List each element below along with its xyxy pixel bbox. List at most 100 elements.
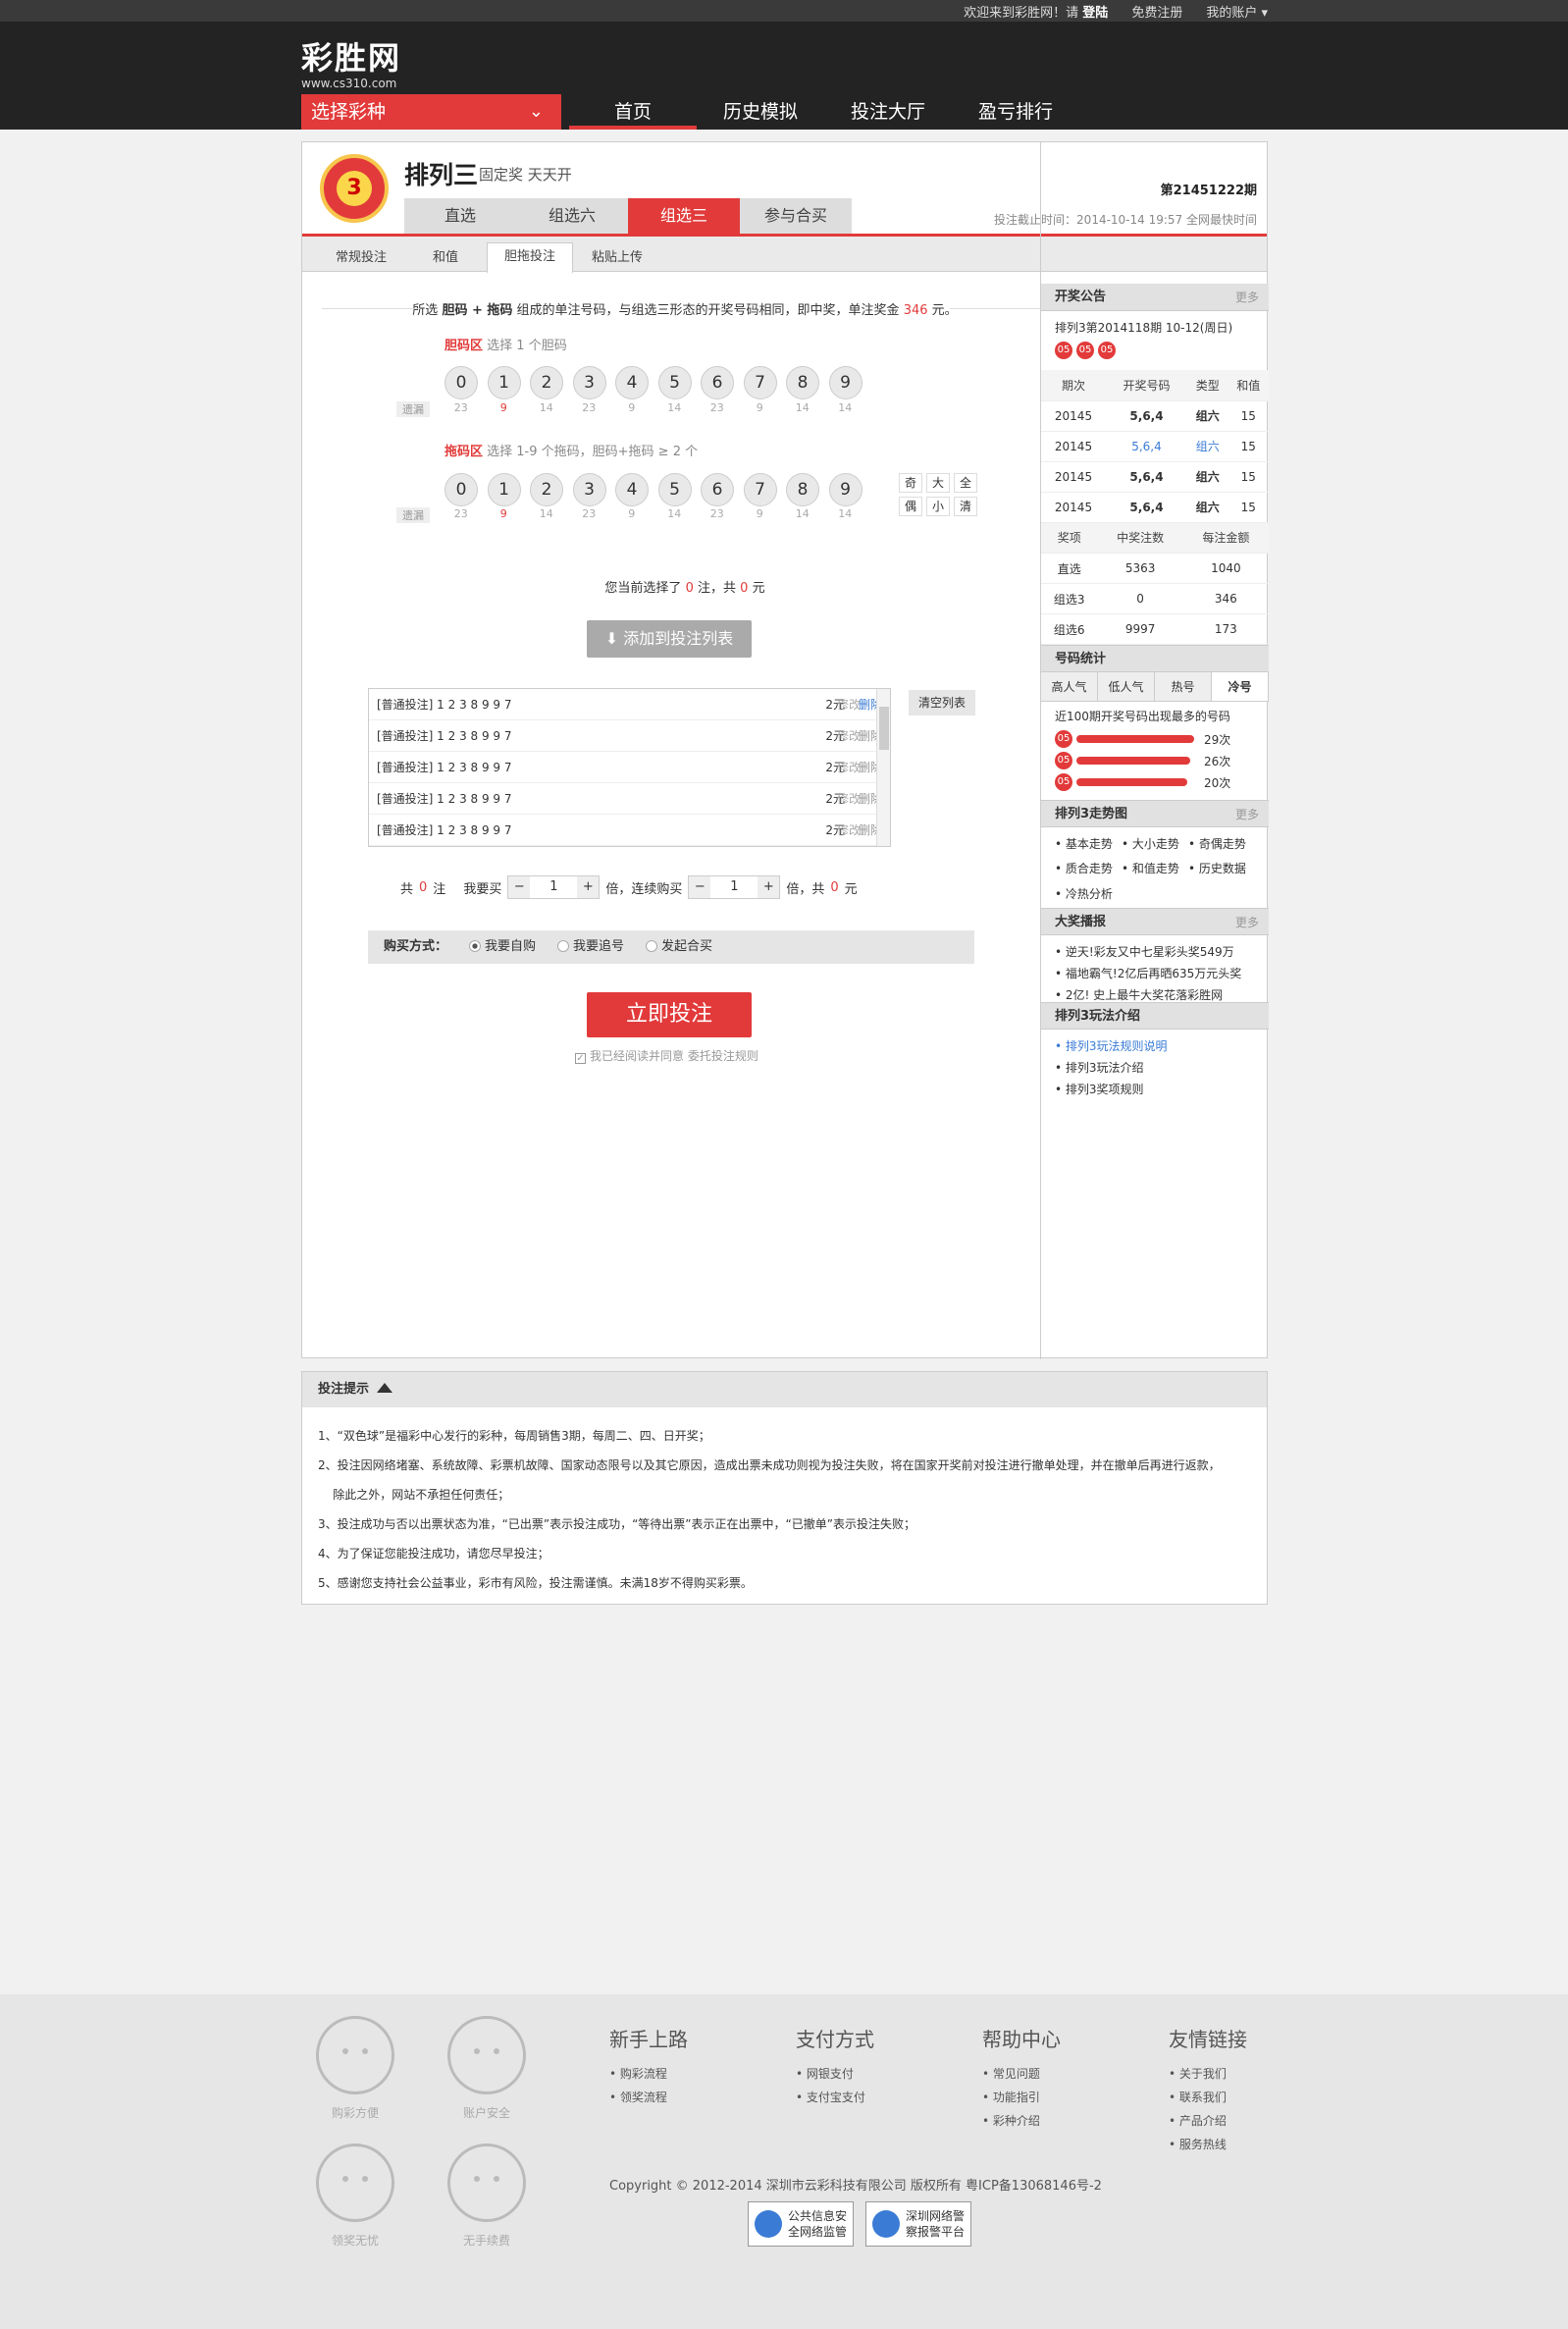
nav-bet-hall[interactable]: 投注大厅 [824, 94, 952, 130]
collapse-icon[interactable] [377, 1383, 393, 1393]
add-to-list-button[interactable]: ⬇ 添加到投注列表 [587, 620, 752, 658]
notice-draw: 排列3第2014118期 10-12(周日) [1055, 321, 1233, 335]
select-lottery-dropdown[interactable]: 选择彩种 ⌄ [301, 94, 561, 130]
edit-link[interactable]: 修改 [837, 689, 861, 720]
nav-home[interactable]: 首页 [569, 94, 697, 130]
footer-link[interactable]: • 领奖流程 [609, 2086, 766, 2109]
stat-tab[interactable]: 高人气 [1041, 672, 1098, 701]
more-link[interactable]: 更多 [1235, 909, 1259, 936]
trend-link[interactable]: • 质合走势 [1055, 858, 1122, 882]
footer-link[interactable]: • 支付宝支付 [796, 2086, 953, 2109]
number-ball[interactable]: 9 [828, 366, 862, 399]
number-ball[interactable]: 1 [487, 473, 521, 506]
number-ball[interactable]: 5 [657, 366, 692, 399]
seal-badge[interactable]: 公共信息安全网络监管 [748, 2201, 854, 2247]
seal-badge[interactable]: 深圳网络警察报警平台 [865, 2201, 971, 2247]
stat-tab[interactable]: 低人气 [1098, 672, 1155, 701]
footer-link[interactable]: • 产品介绍 [1169, 2109, 1326, 2133]
subtab-normal[interactable]: 常规投注 [316, 244, 406, 272]
nav-history-sim[interactable]: 历史模拟 [697, 94, 824, 130]
edit-link[interactable]: 修改 [837, 752, 861, 783]
site-logo[interactable]: 彩胜网 www.cs310.com [301, 33, 401, 90]
trend-link[interactable]: • 基本走势 [1055, 833, 1122, 858]
tips-header[interactable]: 投注提示 [302, 1372, 1267, 1407]
tab-join-group-buy[interactable]: 参与合买 [740, 198, 852, 234]
number-ball[interactable]: 0 [444, 473, 478, 506]
column-header: 奖项 [1041, 522, 1098, 554]
number-ball[interactable]: 8 [786, 473, 819, 506]
footer-link[interactable]: • 联系我们 [1169, 2086, 1326, 2109]
trend-link[interactable]: • 奇偶走势 [1188, 833, 1255, 858]
trend-link[interactable]: • 历史数据 [1188, 858, 1255, 882]
quick-select-button[interactable]: 偶 [899, 497, 922, 516]
radio-chase[interactable]: 我要追号 [557, 930, 624, 964]
scrollbar[interactable] [876, 689, 890, 846]
footer-link[interactable]: • 彩种介绍 [982, 2109, 1139, 2133]
number-ball[interactable]: 2 [530, 366, 563, 399]
number-ball[interactable]: 8 [786, 366, 819, 399]
register-link[interactable]: 免费注册 [1131, 2, 1182, 21]
number-ball[interactable]: 3 [572, 473, 606, 506]
edit-link[interactable]: 修改 [837, 783, 861, 815]
number-ball[interactable]: 6 [701, 473, 734, 506]
footer-link[interactable]: • 常见问题 [982, 2062, 1139, 2086]
edit-link[interactable]: 修改 [837, 815, 861, 846]
stat-tab[interactable]: 热号 [1155, 672, 1212, 701]
trend-link[interactable]: • 大小走势 [1122, 833, 1188, 858]
number-ball[interactable]: 7 [743, 366, 777, 399]
radio-self-buy[interactable]: 我要自购 [469, 930, 536, 964]
nav-ranking[interactable]: 盈亏排行 [952, 94, 1079, 130]
number-ball[interactable]: 4 [615, 366, 649, 399]
award-link[interactable]: • 福地霸气!2亿后再晒635万元头奖 [1055, 963, 1255, 984]
award-link[interactable]: • 逆天!彩友又中七星彩头奖549万 [1055, 941, 1255, 963]
footer-link[interactable]: • 购彩流程 [609, 2062, 766, 2086]
continuous-input[interactable]: 1 [710, 876, 758, 898]
number-ball[interactable]: 7 [743, 473, 777, 506]
number-ball[interactable]: 2 [530, 473, 563, 506]
edit-link[interactable]: 修改 [837, 720, 861, 752]
minus-icon[interactable]: − [508, 876, 531, 898]
number-ball[interactable]: 9 [828, 473, 862, 506]
footer-link[interactable]: • 网银支付 [796, 2062, 953, 2086]
quick-select-button[interactable]: 清 [954, 497, 977, 516]
footer-link[interactable]: • 服务热线 [1169, 2133, 1326, 2156]
plus-icon[interactable]: + [577, 876, 600, 898]
login-link[interactable]: 登陆 [1082, 6, 1108, 21]
footer-link[interactable]: • 功能指引 [982, 2086, 1139, 2109]
number-ball[interactable]: 4 [615, 473, 649, 506]
number-ball[interactable]: 3 [572, 366, 606, 399]
number-ball[interactable]: 6 [701, 366, 734, 399]
agree-checkbox[interactable]: ✓ 我已经阅读并同意 委托投注规则 [575, 1047, 758, 1064]
number-ball[interactable]: 0 [444, 366, 478, 399]
trend-link[interactable]: • 冷热分析 [1055, 883, 1122, 908]
subtab-dantuo[interactable]: 胆拖投注 [487, 242, 573, 273]
plus-icon[interactable]: + [758, 876, 780, 898]
more-link[interactable]: 更多 [1235, 284, 1259, 311]
radio-group-buy[interactable]: 发起合买 [646, 930, 712, 964]
trend-link[interactable]: • 和值走势 [1122, 858, 1188, 882]
tab-direct[interactable]: 直选 [404, 198, 516, 234]
stat-tab[interactable]: 冷号 [1212, 672, 1269, 701]
quick-select-button[interactable]: 大 [926, 473, 950, 493]
footer-link[interactable]: • 关于我们 [1169, 2062, 1326, 2086]
continuous-stepper[interactable]: − 1 + [688, 875, 781, 899]
account-menu[interactable]: 我的账户 ▾ [1206, 2, 1268, 21]
intro-link[interactable]: • 排列3玩法介绍 [1055, 1057, 1255, 1079]
intro-link[interactable]: • 排列3玩法规则说明 [1055, 1035, 1255, 1057]
tab-group6[interactable]: 组选六 [516, 198, 628, 234]
quick-select-button[interactable]: 全 [954, 473, 977, 493]
quick-select-button[interactable]: 奇 [899, 473, 922, 493]
subtab-sum[interactable]: 和值 [406, 244, 485, 272]
clear-list-button[interactable]: 清空列表 [909, 690, 975, 715]
number-ball[interactable]: 1 [487, 366, 521, 399]
subtab-paste[interactable]: 粘贴上传 [575, 244, 659, 272]
multiple-input[interactable]: 1 [530, 876, 578, 898]
quick-select-button[interactable]: 小 [926, 497, 950, 516]
intro-link[interactable]: • 排列3奖项规则 [1055, 1079, 1255, 1100]
number-ball[interactable]: 5 [657, 473, 692, 506]
multiple-stepper[interactable]: − 1 + [507, 875, 601, 899]
bet-now-button[interactable]: 立即投注 [587, 992, 752, 1037]
minus-icon[interactable]: − [689, 876, 711, 898]
tab-group3[interactable]: 组选三 [628, 198, 740, 234]
more-link[interactable]: 更多 [1235, 801, 1259, 828]
